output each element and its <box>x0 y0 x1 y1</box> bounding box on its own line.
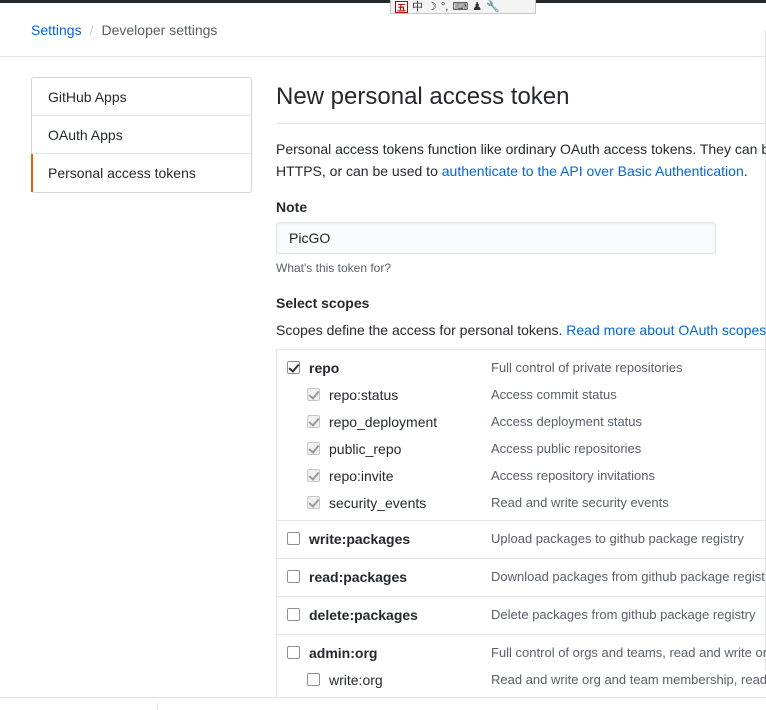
scope-name[interactable]: delete:packages <box>309 605 418 625</box>
intro-line-1: Personal access tokens function like ord… <box>276 141 766 157</box>
scope-name[interactable]: repo:invite <box>329 466 394 486</box>
scope-row: repo:invite Access repository invitation… <box>277 466 766 493</box>
scope-name[interactable]: security_events <box>329 493 426 513</box>
scope-row: public_repo Access public repositories <box>277 439 766 466</box>
basic-auth-link[interactable]: authenticate to the API over Basic Authe… <box>442 163 744 179</box>
scope-group-read-packages: read:packages Download packages from git… <box>277 559 766 597</box>
scope-row: delete:packages Delete packages from git… <box>277 605 766 634</box>
intro-line-2-suffix: . <box>743 163 748 179</box>
scope-group-write-packages: write:packages Upload packages to github… <box>277 521 766 559</box>
intro-text: Personal access tokens function like ord… <box>276 138 766 182</box>
breadcrumb-settings-link[interactable]: Settings <box>31 21 82 39</box>
scope-row: security_events Read and write security … <box>277 493 766 520</box>
moon-icon[interactable]: ☽ <box>427 1 437 13</box>
scope-name[interactable]: public_repo <box>329 439 401 459</box>
note-label: Note <box>276 199 308 215</box>
scope-description: Upload packages to github package regist… <box>491 531 744 546</box>
scope-name[interactable]: repo <box>309 358 339 378</box>
scope-description: Download packages from github package re… <box>491 569 765 584</box>
breadcrumb: Settings / Developer settings <box>31 21 217 39</box>
wrench-icon[interactable]: 🔧 <box>486 1 500 13</box>
scope-description: Access deployment status <box>491 414 643 429</box>
user-icon[interactable]: ♟ <box>472 1 482 13</box>
scope-checkbox-security-events[interactable] <box>307 496 320 509</box>
title-divider <box>276 123 766 124</box>
scope-checkbox-repo-deployment[interactable] <box>307 415 320 428</box>
keyboard-icon[interactable]: ⌨ <box>452 1 468 13</box>
scope-checkbox-admin-org[interactable] <box>287 646 300 659</box>
scope-checkbox-write-packages[interactable] <box>287 532 300 545</box>
page-title: New personal access token <box>276 83 570 110</box>
scopes-description-text: Scopes define the access for personal to… <box>276 322 567 338</box>
scope-description: Read and write security events <box>491 495 669 510</box>
scope-checkbox-repo[interactable] <box>287 361 300 374</box>
scope-checkbox-repo-status[interactable] <box>307 388 320 401</box>
scope-group-delete-packages: delete:packages Delete packages from git… <box>277 597 766 635</box>
ime-logo-icon[interactable]: 五 <box>395 0 408 13</box>
scope-checkbox-repo-invite[interactable] <box>307 469 320 482</box>
ime-toolbar[interactable]: 五 中 ☽ °, ⌨ ♟ 🔧 <box>390 0 536 14</box>
intro-line-2-prefix: HTTPS, or can be used to <box>276 163 442 179</box>
select-scopes-label: Select scopes <box>276 295 370 311</box>
note-hint: What's this token for? <box>276 261 392 275</box>
scope-checkbox-delete-packages[interactable] <box>287 608 300 621</box>
scope-checkbox-public-repo[interactable] <box>307 442 320 455</box>
header-divider <box>0 56 766 57</box>
scope-row: admin:org Full control of orgs and teams… <box>277 643 766 670</box>
scope-group-admin-org: admin:org Full control of orgs and teams… <box>277 635 766 697</box>
scope-row: write:org Read and write org and team me… <box>277 670 766 697</box>
sidebar-menu: GitHub Apps OAuth Apps Personal access t… <box>31 77 252 193</box>
breadcrumb-current: Developer settings <box>101 22 218 38</box>
main-content: New personal access token Personal acces… <box>276 80 766 697</box>
scope-group-repo: repo Full control of private repositorie… <box>277 350 766 521</box>
scope-name[interactable]: admin:org <box>309 643 377 663</box>
scope-row: repo Full control of private repositorie… <box>277 358 766 385</box>
scope-checkbox-write-org[interactable] <box>307 673 320 686</box>
scope-checkbox-read-packages[interactable] <box>287 570 300 583</box>
scope-name[interactable]: repo:status <box>329 385 398 405</box>
sidebar-item-personal-access-tokens[interactable]: Personal access tokens <box>31 154 251 192</box>
intro-line-2: HTTPS, or can be used to authenticate to… <box>276 160 766 182</box>
scope-description: Access commit status <box>491 387 617 402</box>
scope-description: Delete packages from github package regi… <box>491 607 756 622</box>
scope-description: Access repository invitations <box>491 468 656 483</box>
scope-name[interactable]: write:org <box>329 670 383 690</box>
scope-name[interactable]: repo_deployment <box>329 412 437 432</box>
scope-name[interactable]: read:packages <box>309 567 407 587</box>
scope-row: write:packages Upload packages to github… <box>277 529 766 558</box>
punctuation-icon[interactable]: °, <box>441 1 448 13</box>
scope-description: Read and write org and team membership, … <box>491 672 766 687</box>
bottom-divider <box>0 697 766 698</box>
top-header-bar <box>0 0 766 3</box>
note-input[interactable] <box>276 222 716 254</box>
scope-description: Full control of private repositories <box>491 360 683 375</box>
ime-mode-indicator[interactable]: 中 <box>412 1 423 13</box>
bottom-tick <box>157 703 158 710</box>
oauth-scopes-link[interactable]: Read more about OAuth scopes. <box>566 322 766 338</box>
scope-row: read:packages Download packages from git… <box>277 567 766 596</box>
scope-row: repo_deployment Access deployment status <box>277 412 766 439</box>
scopes-description: Scopes define the access for personal to… <box>276 319 766 341</box>
scopes-list: repo Full control of private repositorie… <box>276 349 766 697</box>
breadcrumb-separator: / <box>89 22 94 38</box>
scope-description: Full control of orgs and teams, read and… <box>491 645 766 660</box>
sidebar-item-oauth-apps[interactable]: OAuth Apps <box>32 116 251 154</box>
scope-description: Access public repositories <box>491 441 642 456</box>
scope-row: repo:status Access commit status <box>277 385 766 412</box>
sidebar-item-github-apps[interactable]: GitHub Apps <box>32 78 251 116</box>
scope-name[interactable]: write:packages <box>309 529 410 549</box>
